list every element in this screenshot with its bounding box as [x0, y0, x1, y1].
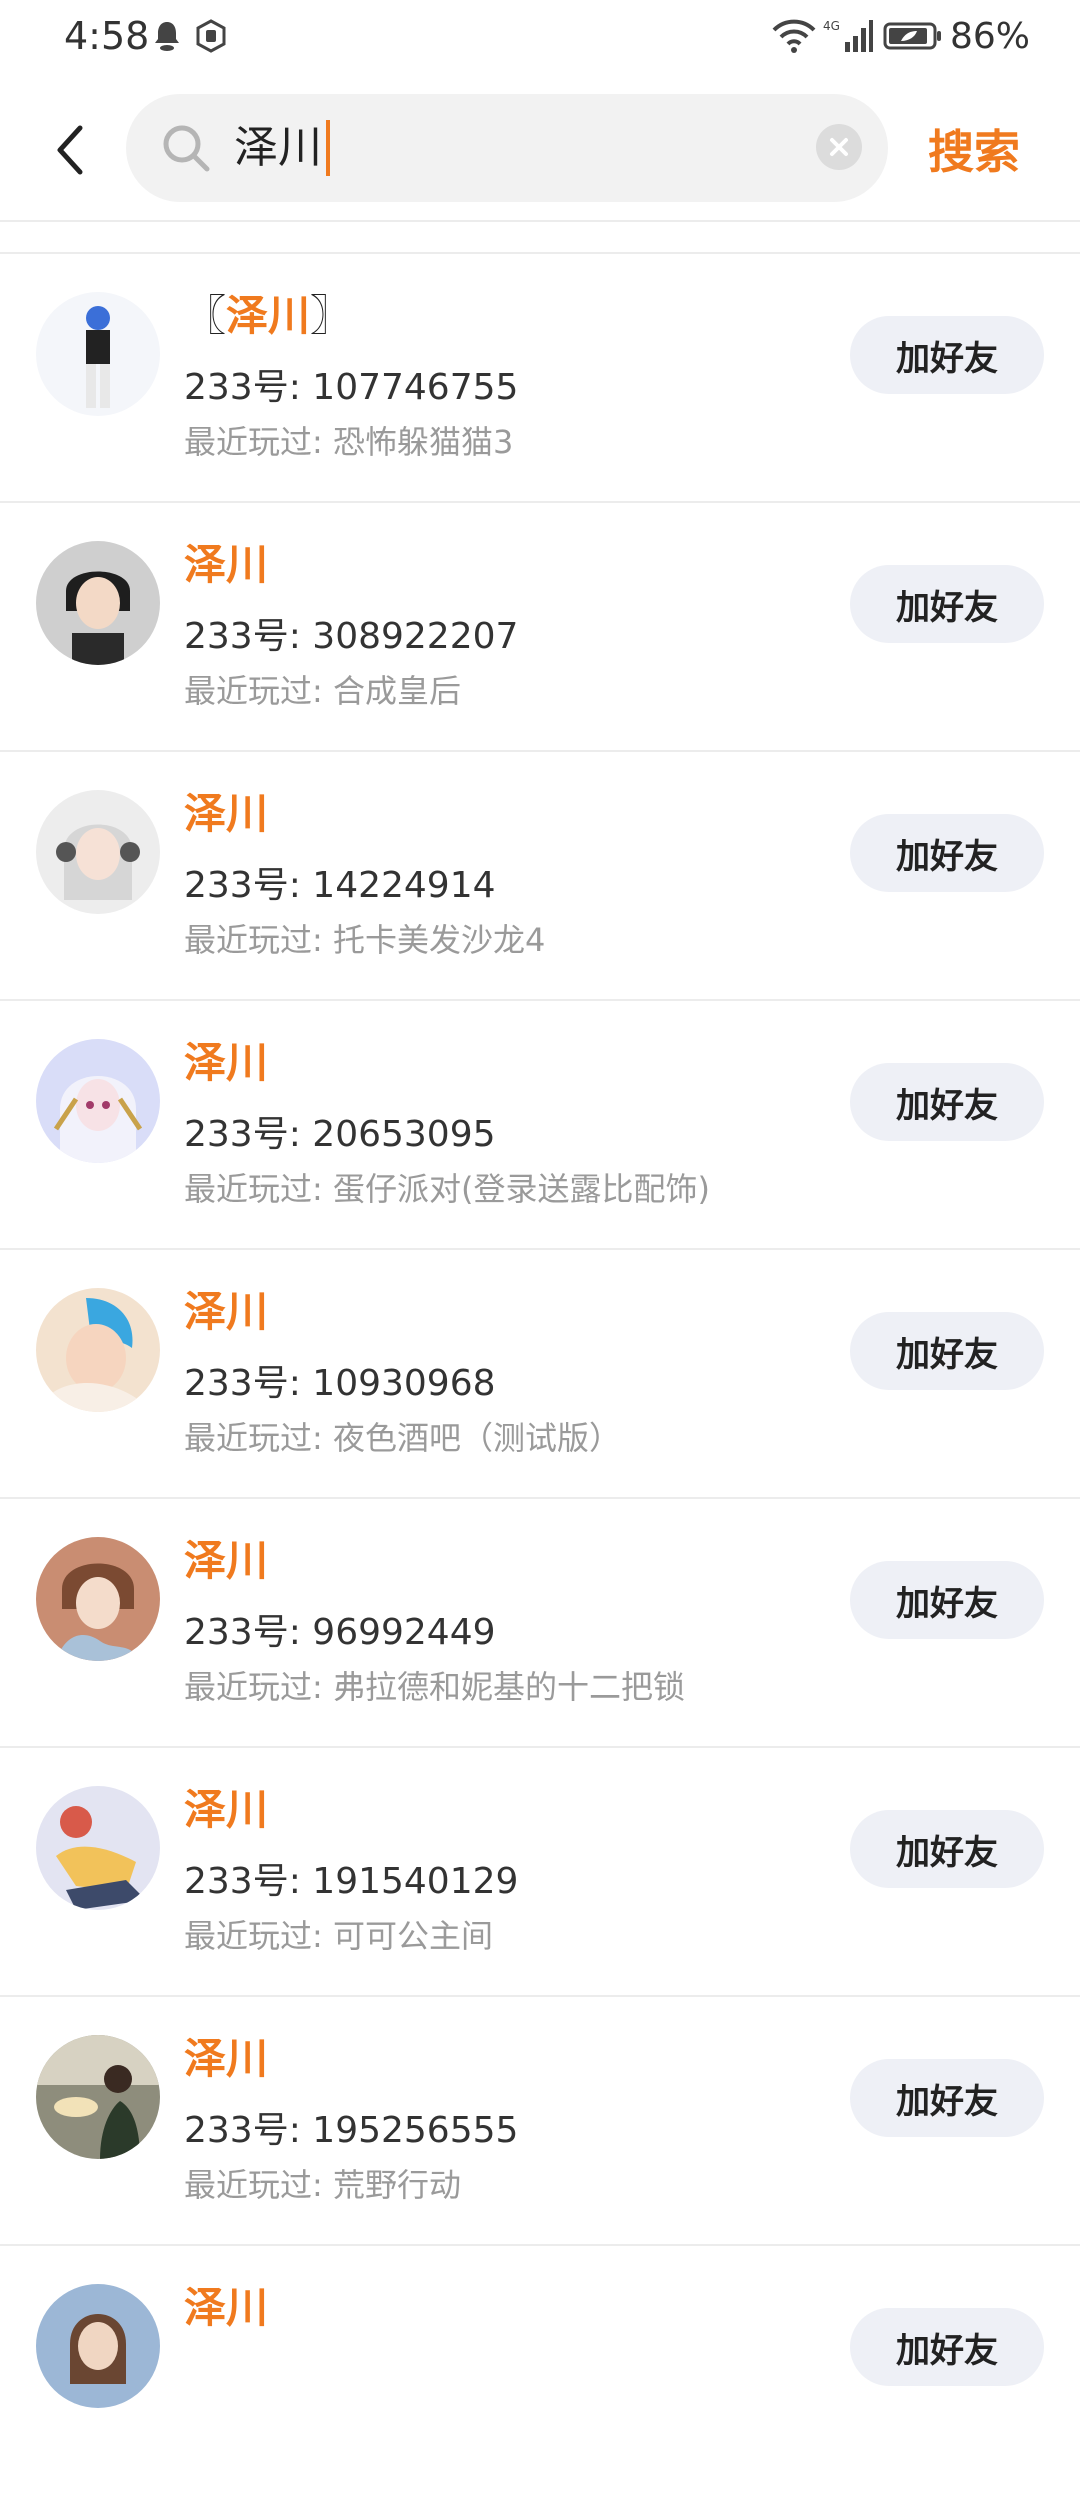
bracket-open: 〖 — [184, 291, 227, 340]
chevron-left-icon — [57, 125, 83, 175]
add-friend-button[interactable]: 加好友 — [850, 1561, 1044, 1639]
avatar[interactable] — [36, 1039, 160, 1163]
result-name: 泽川 — [184, 2034, 269, 2083]
svg-text:4G: 4G — [823, 19, 840, 33]
result-name: 泽川 — [184, 540, 269, 589]
result-row-9[interactable]: 泽川 加好友 — [0, 2244, 1080, 2493]
bracket-close: 〗 — [310, 291, 353, 340]
add-friend-button[interactable]: 加好友 — [850, 814, 1044, 892]
avatar[interactable] — [36, 541, 160, 665]
result-uid: 233号: 308922207 — [184, 616, 519, 657]
search-input-value: 泽川 — [234, 122, 322, 173]
back-button[interactable] — [44, 118, 94, 182]
result-recent-game: 最近玩过: 夜色酒吧（测试版） — [184, 1419, 621, 1457]
result-name: 泽川 — [184, 1536, 269, 1585]
close-icon — [830, 138, 848, 156]
result-row-6[interactable]: 泽川 233号: 96992449 最近玩过: 弗拉德和妮基的十二把锁 加好友 — [0, 1497, 1080, 1746]
result-uid: 233号: 20653095 — [184, 1114, 496, 1155]
result-uid: 233号: 195256555 — [184, 2110, 519, 2151]
add-friend-button[interactable]: 加好友 — [850, 565, 1044, 643]
avatar[interactable] — [36, 1288, 160, 1412]
result-row-7[interactable]: 泽川 233号: 191540129 最近玩过: 可可公主间 加好友 — [0, 1746, 1080, 1995]
result-name: 泽川 — [184, 2283, 269, 2332]
clear-button[interactable] — [816, 124, 862, 170]
status-bar: 4:58 4G 86% — [0, 0, 1080, 80]
avatar[interactable] — [36, 790, 160, 914]
result-recent-game: 最近玩过: 托卡美发沙龙4 — [184, 921, 546, 959]
result-recent-game: 最近玩过: 荒野行动 — [184, 2166, 461, 2204]
text-cursor — [326, 120, 330, 176]
wifi-icon — [770, 18, 818, 54]
result-uid: 233号: 96992449 — [184, 1612, 496, 1653]
result-name: 〖泽川〗 — [184, 291, 353, 340]
avatar[interactable] — [36, 2284, 160, 2408]
result-uid: 233号: 107746755 — [184, 367, 519, 408]
result-recent-game: 最近玩过: 恐怖躲猫猫3 — [184, 423, 514, 461]
hand-shield-icon — [192, 18, 230, 54]
add-friend-button[interactable]: 加好友 — [850, 1063, 1044, 1141]
result-uid: 233号: 191540129 — [184, 1861, 519, 1902]
add-friend-button[interactable]: 加好友 — [850, 2059, 1044, 2137]
search-icon — [163, 125, 210, 172]
battery-percent: 86% — [950, 16, 1031, 57]
result-row-2[interactable]: 泽川 233号: 308922207 最近玩过: 合成皇后 加好友 — [0, 501, 1080, 750]
add-friend-button[interactable]: 加好友 — [850, 1312, 1044, 1390]
result-name: 泽川 — [184, 1785, 269, 1834]
result-name: 泽川 — [184, 1287, 269, 1336]
qq-icon — [150, 18, 184, 54]
avatar[interactable] — [36, 292, 160, 416]
result-uid: 233号: 10930968 — [184, 1363, 496, 1404]
result-row-4[interactable]: 泽川 233号: 20653095 最近玩过: 蛋仔派对(登录送露比配饰) 加好… — [0, 999, 1080, 1248]
avatar[interactable] — [36, 1786, 160, 1910]
result-recent-game: 最近玩过: 弗拉德和妮基的十二把锁 — [184, 1668, 685, 1706]
result-name: 泽川 — [184, 789, 269, 838]
result-recent-game: 最近玩过: 合成皇后 — [184, 672, 461, 710]
add-friend-button[interactable]: 加好友 — [850, 1810, 1044, 1888]
avatar[interactable] — [36, 1537, 160, 1661]
add-friend-button[interactable]: 加好友 — [850, 2308, 1044, 2386]
result-uid: 233号: 14224914 — [184, 865, 496, 906]
result-row-8[interactable]: 泽川 233号: 195256555 最近玩过: 荒野行动 加好友 — [0, 1995, 1080, 2244]
result-recent-game: 最近玩过: 蛋仔派对(登录送露比配饰) — [184, 1170, 710, 1208]
avatar[interactable] — [36, 2035, 160, 2159]
battery-icon — [882, 18, 944, 54]
signal-4g-icon: 4G — [822, 18, 874, 54]
search-box[interactable]: 泽川 — [126, 94, 888, 202]
search-header: 泽川 搜索 — [0, 80, 1080, 222]
search-results-list: 〖泽川〗 233号: 107746755 最近玩过: 恐怖躲猫猫3 加好友 泽川… — [0, 252, 1080, 2493]
result-row-5[interactable]: 泽川 233号: 10930968 最近玩过: 夜色酒吧（测试版） 加好友 — [0, 1248, 1080, 1497]
status-time: 4:58 — [64, 14, 150, 58]
result-row-1[interactable]: 〖泽川〗 233号: 107746755 最近玩过: 恐怖躲猫猫3 加好友 — [0, 252, 1080, 501]
search-button[interactable]: 搜索 — [928, 116, 1020, 182]
result-recent-game: 最近玩过: 可可公主间 — [184, 1917, 493, 1955]
result-row-3[interactable]: 泽川 233号: 14224914 最近玩过: 托卡美发沙龙4 加好友 — [0, 750, 1080, 999]
search-input[interactable]: 泽川 — [234, 120, 330, 176]
add-friend-button[interactable]: 加好友 — [850, 316, 1044, 394]
result-name: 泽川 — [184, 1038, 269, 1087]
